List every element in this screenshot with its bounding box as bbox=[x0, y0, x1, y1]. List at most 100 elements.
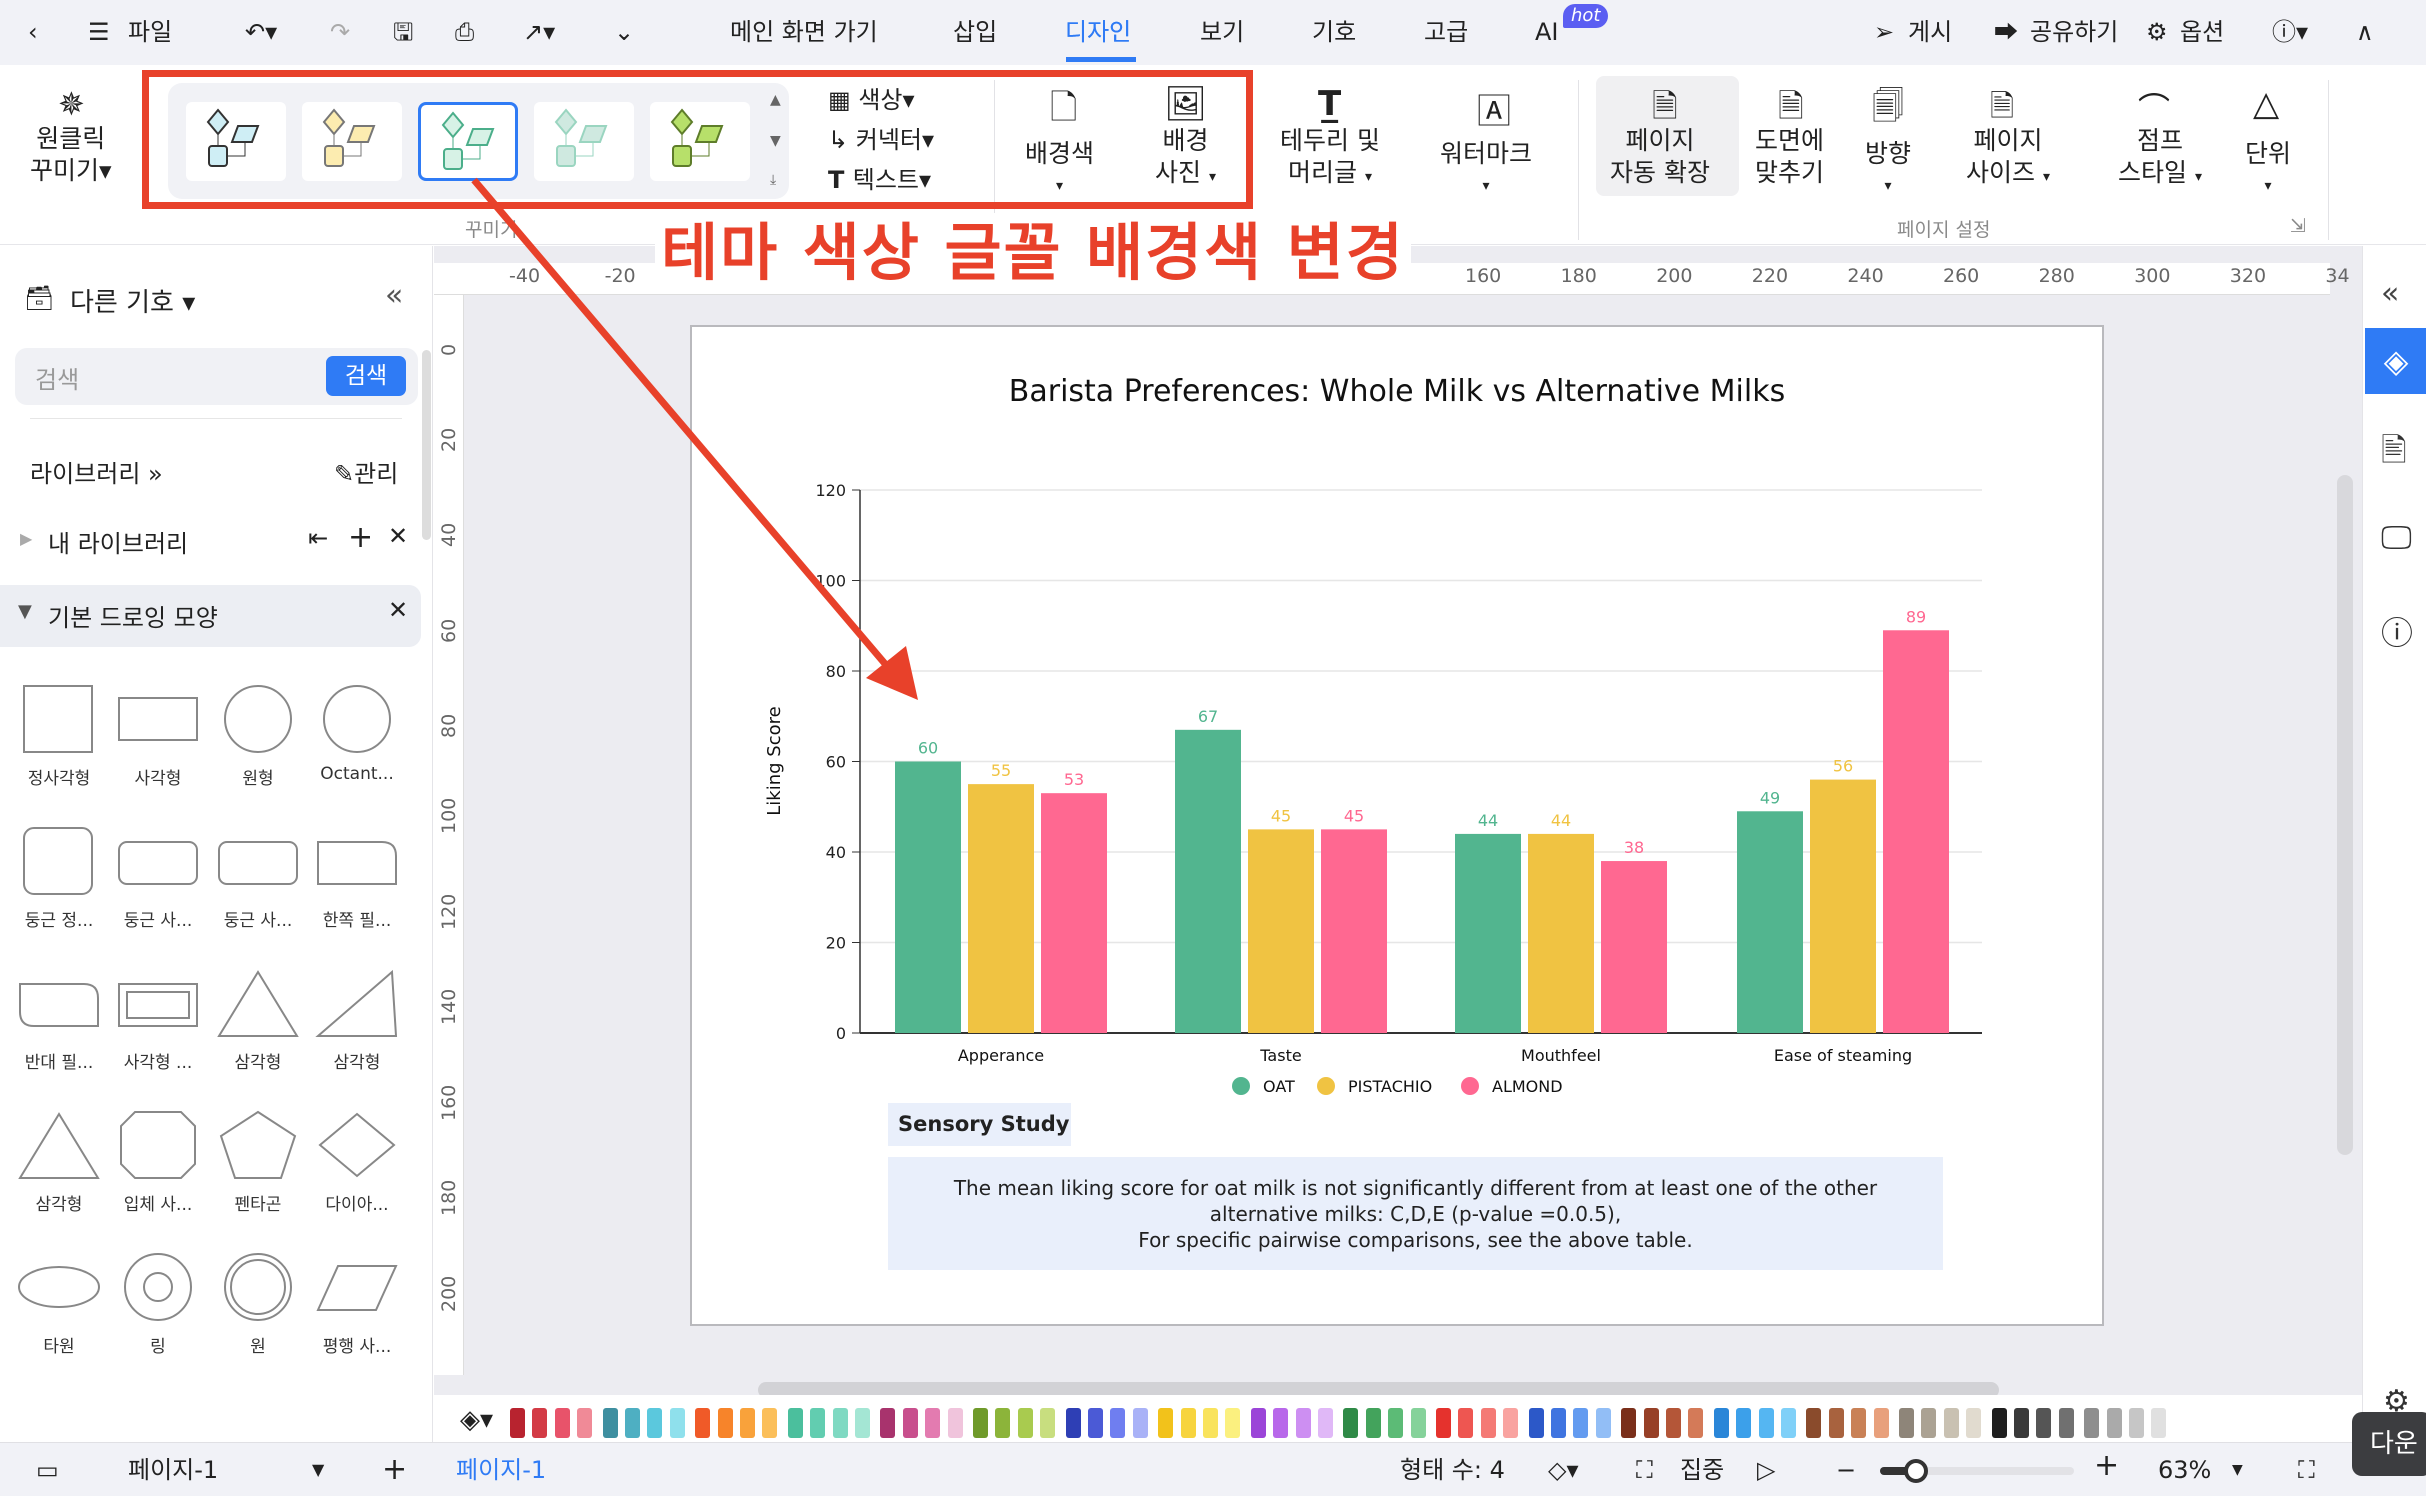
fit-drawing-button[interactable]: 도면에 맞추기 bbox=[1755, 125, 1824, 189]
jump-style-button[interactable]: 점프 스타일 ▾ bbox=[2118, 125, 2202, 193]
color-swatch[interactable] bbox=[554, 1408, 570, 1438]
color-swatch[interactable] bbox=[1225, 1408, 1241, 1438]
shape-double-circle[interactable]: 원 bbox=[209, 1248, 307, 1357]
bar-pistachio[interactable] bbox=[1248, 829, 1314, 1033]
my-library[interactable]: 내 라이브러리 bbox=[48, 524, 188, 559]
legend-label[interactable]: ALMOND bbox=[1492, 1077, 1563, 1096]
color-swatch[interactable] bbox=[1410, 1408, 1426, 1438]
color-swatch[interactable] bbox=[1480, 1408, 1496, 1438]
shape-frame[interactable]: 사각형 ... bbox=[109, 964, 207, 1073]
bar-almond[interactable] bbox=[1601, 861, 1667, 1033]
search-button[interactable]: 검색 bbox=[326, 356, 406, 396]
shape-rounded-square[interactable]: 둥근 정... bbox=[10, 822, 108, 931]
color-swatch[interactable] bbox=[602, 1408, 618, 1438]
color-swatch[interactable] bbox=[1318, 1408, 1333, 1438]
tab-view[interactable]: 보기 bbox=[1200, 14, 1244, 50]
color-swatch[interactable] bbox=[1528, 1408, 1544, 1438]
page-tab[interactable]: 페이지-1 bbox=[456, 1453, 546, 1487]
color-swatch[interactable] bbox=[855, 1408, 870, 1438]
color-swatch[interactable] bbox=[2036, 1408, 2052, 1438]
redo-icon[interactable]: ↷ bbox=[330, 14, 350, 50]
color-swatch[interactable] bbox=[1250, 1408, 1266, 1438]
help-icon[interactable]: ⓘ▾ bbox=[2272, 14, 2308, 50]
add-icon[interactable]: + bbox=[348, 520, 373, 555]
color-swatch[interactable] bbox=[787, 1408, 803, 1438]
manage-button[interactable]: ✎관리 bbox=[334, 454, 398, 489]
color-swatch[interactable] bbox=[1781, 1408, 1796, 1438]
bar-pistachio[interactable] bbox=[1810, 779, 1876, 1033]
color-swatch[interactable] bbox=[1365, 1408, 1381, 1438]
color-swatch[interactable] bbox=[1017, 1408, 1033, 1438]
color-swatch[interactable] bbox=[1966, 1408, 1982, 1438]
page-layout-icon[interactable]: ▭ bbox=[36, 1453, 59, 1487]
expand-arrow-icon[interactable]: ▶ bbox=[20, 529, 32, 548]
bar-oat[interactable] bbox=[1175, 729, 1241, 1033]
fit-page-icon[interactable]: ⛶ bbox=[2298, 1453, 2315, 1487]
color-swatch[interactable] bbox=[1065, 1408, 1081, 1438]
color-swatch[interactable] bbox=[1436, 1408, 1451, 1438]
color-swatch[interactable] bbox=[1503, 1408, 1519, 1438]
auto-extend-button[interactable]: 페이지 자동 확장 bbox=[1610, 125, 1710, 189]
tab-symbols[interactable]: 기호 bbox=[1312, 14, 1356, 50]
fill-bucket-icon[interactable]: ◈▾ bbox=[460, 1405, 493, 1435]
color-swatch[interactable] bbox=[973, 1408, 988, 1438]
gear-icon[interactable]: ⚙ bbox=[2146, 14, 2168, 50]
page-dropdown-icon[interactable]: ▼ bbox=[312, 1453, 324, 1487]
publish-icon[interactable]: ➢ bbox=[1874, 14, 1894, 50]
play-icon[interactable]: ▷ bbox=[1757, 1453, 1775, 1487]
sidebar-title[interactable]: 다른 기호 ▾ bbox=[70, 282, 195, 319]
color-swatch[interactable] bbox=[1388, 1408, 1404, 1438]
color-swatch[interactable] bbox=[1621, 1408, 1637, 1438]
publish-button[interactable]: 게시 bbox=[1908, 14, 1952, 50]
focus-icon[interactable]: ⛶ bbox=[1636, 1453, 1653, 1487]
color-swatch[interactable] bbox=[1595, 1408, 1611, 1438]
shape-triangle[interactable]: 삼각형 bbox=[209, 964, 307, 1073]
color-swatch[interactable] bbox=[695, 1408, 711, 1438]
help-icon[interactable]: ⓘ bbox=[2381, 608, 2413, 654]
color-swatch[interactable] bbox=[1828, 1408, 1844, 1438]
menu-icon[interactable]: ☰ bbox=[88, 14, 110, 50]
bar-pistachio[interactable] bbox=[968, 784, 1034, 1033]
color-swatch[interactable] bbox=[995, 1408, 1011, 1438]
color-swatch[interactable] bbox=[762, 1408, 778, 1438]
color-swatch[interactable] bbox=[647, 1408, 663, 1438]
shape-iso-triangle[interactable]: 삼각형 bbox=[10, 1106, 108, 1215]
save-icon[interactable]: 🖫 bbox=[393, 14, 413, 50]
zoom-slider-knob[interactable] bbox=[1904, 1459, 1928, 1483]
shape-parallelogram[interactable]: 평행 사... bbox=[308, 1248, 406, 1357]
back-icon[interactable]: ‹ bbox=[28, 14, 38, 50]
orientation-button[interactable]: 방향 ▾ bbox=[1865, 138, 1911, 202]
close-icon[interactable]: ✕ bbox=[388, 522, 408, 550]
color-swatch[interactable] bbox=[1921, 1408, 1937, 1438]
tab-advanced[interactable]: 고급 bbox=[1424, 14, 1468, 50]
tab-insert[interactable]: 삽입 bbox=[953, 14, 997, 50]
color-swatch[interactable] bbox=[947, 1408, 963, 1438]
page-size-button[interactable]: 페이지 사이즈 ▾ bbox=[1966, 125, 2050, 193]
shape-ellipse[interactable]: 타원 bbox=[10, 1248, 108, 1357]
shape-one-round[interactable]: 한쪽 필... bbox=[308, 822, 406, 931]
color-swatch[interactable] bbox=[1688, 1408, 1704, 1438]
note-box[interactable]: The mean liking score for oat milk is no… bbox=[888, 1157, 1943, 1270]
presentation-icon[interactable]: 🖵 bbox=[2381, 518, 2412, 557]
add-page-icon[interactable]: + bbox=[382, 1453, 407, 1487]
color-swatch[interactable] bbox=[532, 1408, 548, 1438]
color-swatch[interactable] bbox=[832, 1408, 848, 1438]
shape-rounded-rect2[interactable]: 둥근 사... bbox=[209, 822, 307, 931]
color-swatch[interactable] bbox=[2014, 1408, 2029, 1438]
color-swatch[interactable] bbox=[1158, 1408, 1174, 1438]
bar-almond[interactable] bbox=[1321, 829, 1387, 1033]
legend-label[interactable]: OAT bbox=[1263, 1077, 1295, 1096]
color-swatch[interactable] bbox=[1758, 1408, 1774, 1438]
legend-label[interactable]: PISTACHIO bbox=[1348, 1077, 1432, 1096]
dialog-launcher-icon[interactable]: ⇲ bbox=[2290, 215, 2306, 237]
shape-octagon[interactable]: 입체 사... bbox=[109, 1106, 207, 1215]
color-swatch[interactable] bbox=[1713, 1408, 1729, 1438]
zoom-out-icon[interactable]: − bbox=[1836, 1453, 1856, 1487]
color-swatch[interactable] bbox=[1666, 1408, 1681, 1438]
border-header-button[interactable]: 테두리 및 머리글 ▾ bbox=[1280, 125, 1380, 193]
close-icon[interactable]: ✕ bbox=[388, 596, 408, 624]
color-swatch[interactable] bbox=[1203, 1408, 1218, 1438]
color-swatch[interactable] bbox=[1991, 1408, 2007, 1438]
color-swatch[interactable] bbox=[810, 1408, 826, 1438]
color-swatch[interactable] bbox=[1943, 1408, 1959, 1438]
